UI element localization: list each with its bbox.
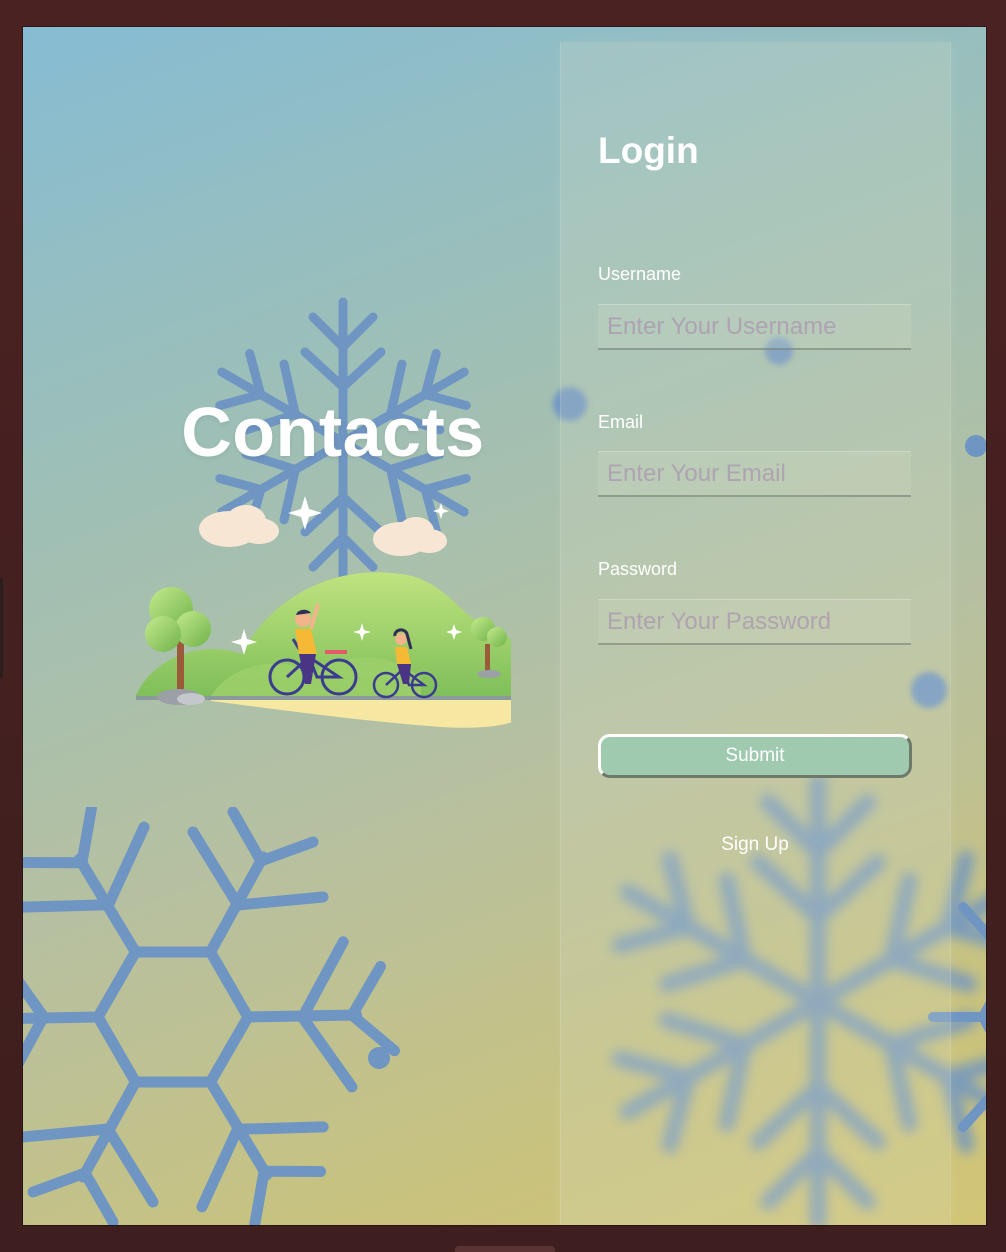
decor-dot bbox=[965, 435, 986, 457]
family-cycling-illustration bbox=[111, 489, 531, 739]
sign-up-link[interactable]: Sign Up bbox=[598, 834, 912, 856]
login-panel: Login Username Email Password Submit Sig… bbox=[560, 42, 951, 1225]
password-input[interactable] bbox=[598, 599, 911, 645]
snowflake-icon bbox=[23, 807, 403, 1225]
email-label: Email bbox=[598, 412, 644, 432]
brand-title: Contacts bbox=[181, 393, 485, 471]
submit-button[interactable]: Submit bbox=[598, 734, 912, 778]
username-input[interactable] bbox=[598, 304, 911, 350]
app-window: Contacts Login Username Enter Your Usern… bbox=[23, 27, 986, 1225]
password-label: Password bbox=[598, 559, 678, 579]
email-input[interactable] bbox=[598, 451, 911, 497]
window-edge-handle bbox=[0, 578, 3, 678]
decor-dot bbox=[368, 1047, 390, 1069]
login-title: Login bbox=[598, 130, 699, 171]
username-label: Username bbox=[598, 264, 682, 284]
window-bottom-tab bbox=[455, 1246, 555, 1252]
